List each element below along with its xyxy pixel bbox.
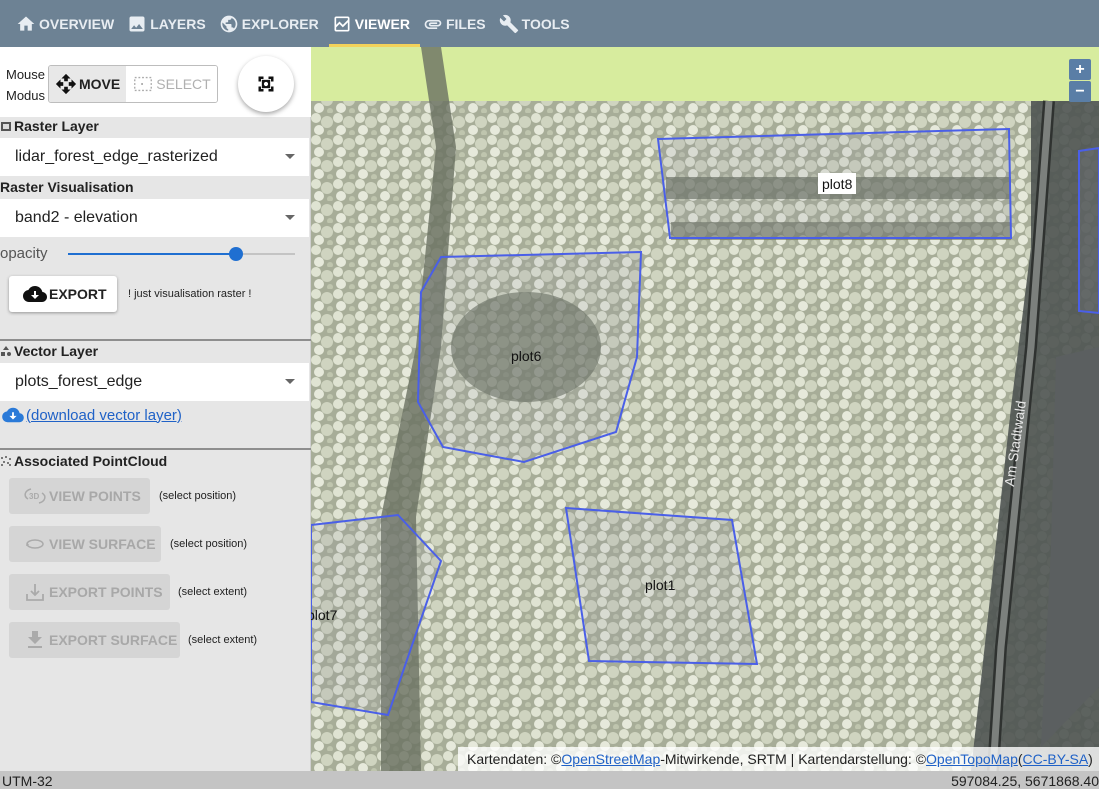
select-mode-button[interactable]: SELECT [126,66,217,102]
rotate-surface-icon [26,539,44,549]
wrench-icon [499,14,518,33]
zoom-in-button[interactable]: + [1069,59,1091,80]
top-navigation: OVERVIEW LAYERS EXPLORER VIEWER FILES TO… [0,0,1099,47]
select-box-icon [134,76,153,92]
opacity-slider-thumb[interactable] [228,247,243,261]
map-view[interactable]: Am Stadtwald plot8 plot6 plot1 plot7 + −… [311,47,1099,771]
map-attribution: Kartendaten: © OpenStreetMap -Mitwirkende… [458,747,1099,771]
plot7-label: plot7 [311,607,338,623]
tab-overview[interactable]: OVERVIEW [13,0,124,47]
projection-label: UTM-32 [2,773,53,789]
zoom-out-button[interactable]: − [1069,81,1091,102]
tab-files[interactable]: FILES [420,0,496,47]
opacity-slider[interactable] [68,247,295,261]
raster-layer-heading: Raster Layer [0,118,99,134]
opentopomap-link[interactable]: OpenTopoMap [926,751,1018,767]
move-arrows-icon [55,73,77,95]
view-surface-note: (select position) [170,538,248,550]
paperclip-icon [424,19,442,29]
tab-viewer[interactable]: VIEWER [328,0,421,47]
raster-visualisation-heading: Raster Visualisation [0,179,134,195]
vector-layer-select[interactable]: plots_forest_edge [0,363,309,401]
3d-rotate-icon: 3D [24,488,46,504]
svg-text:3D: 3D [29,492,39,501]
opacity-slider-fill [68,253,236,255]
export-points-button[interactable]: EXPORT POINTS [9,574,170,610]
chart-icon [334,16,350,31]
view-points-note: (select position) [159,490,237,502]
mouse-mode-row: Mouse Modus MOVE SELECT [0,47,311,117]
export-note: ! just visualisation raster ! [128,288,252,300]
chevron-down-icon [285,215,295,220]
tab-tools[interactable]: TOOLS [496,0,580,47]
plot-outline[interactable] [1078,146,1099,315]
chevron-down-icon [285,154,295,159]
raster-layer-select[interactable]: lidar_forest_edge_rasterized [0,138,309,176]
openstreetmap-link[interactable]: OpenStreetMap [561,751,660,767]
export-raster-button[interactable]: EXPORT [9,276,117,312]
pointcloud-icon [1,456,11,466]
raster-visualisation-select[interactable]: band2 - elevation [0,199,309,237]
download-icon [28,631,42,648]
coordinates-readout: 597084.25, 5671868.40 [951,773,1099,789]
section-divider [0,448,311,450]
layer-icon [1,122,11,131]
focus-button[interactable] [238,56,294,112]
shapes-icon [1,346,11,356]
plot6-label: plot6 [511,348,542,364]
tab-explorer[interactable]: EXPLORER [216,0,329,47]
view-points-button[interactable]: 3D VIEW POINTS [9,478,150,514]
download-vector-layer-link[interactable]: (download vector layer) [2,406,182,424]
license-link[interactable]: CC-BY-SA [1023,751,1089,767]
globe-icon [220,15,238,32]
plot1-label: plot1 [645,577,676,593]
plot8-label: plot8 [822,176,853,192]
download-tray-icon [26,584,44,601]
vector-layer-heading: Vector Layer [0,343,98,359]
focus-frame-icon [258,76,274,92]
image-icon [129,16,145,31]
chevron-down-icon [285,379,295,384]
move-mode-button[interactable]: MOVE [49,66,127,102]
home-icon [17,16,35,31]
mouse-mode-toggle: MOVE SELECT [48,65,218,103]
map-canvas[interactable]: Am Stadtwald plot8 plot6 plot1 plot7 [311,47,1099,771]
pointcloud-heading: Associated PointCloud [0,453,167,469]
control-panel: Mouse Modus MOVE SELECT Raster Layer lid… [0,47,311,771]
opacity-label: opacity [0,245,48,262]
cloud-download-icon [2,407,24,423]
mouse-mode-label: Mouse Modus [6,67,46,103]
export-surface-note: (select extent) [188,634,258,646]
status-bar: UTM-32 597084.25, 5671868.40 [0,771,1099,789]
tab-layers[interactable]: LAYERS [124,0,216,47]
section-divider [0,339,311,341]
export-points-note: (select extent) [178,586,248,598]
cloud-download-icon [23,286,47,302]
export-surface-button[interactable]: EXPORT SURFACE [9,622,180,658]
view-surface-button[interactable]: VIEW SURFACE [9,526,161,562]
